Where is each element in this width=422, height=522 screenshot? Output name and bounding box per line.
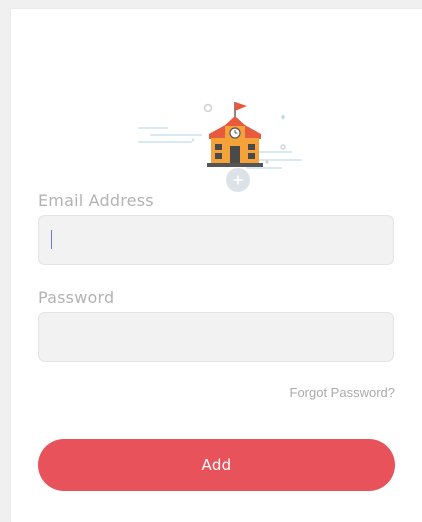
password-label: Password	[38, 288, 115, 307]
plus-icon	[226, 168, 250, 192]
text-caret	[51, 230, 52, 249]
password-field[interactable]	[38, 312, 394, 362]
school-building-icon	[138, 102, 302, 192]
add-button[interactable]: Add	[38, 439, 395, 491]
login-card: Email Address Password Forgot Password? …	[11, 9, 422, 522]
email-label: Email Address	[38, 191, 154, 210]
forgot-password-link[interactable]: Forgot Password?	[290, 385, 396, 400]
email-field[interactable]	[38, 215, 394, 265]
